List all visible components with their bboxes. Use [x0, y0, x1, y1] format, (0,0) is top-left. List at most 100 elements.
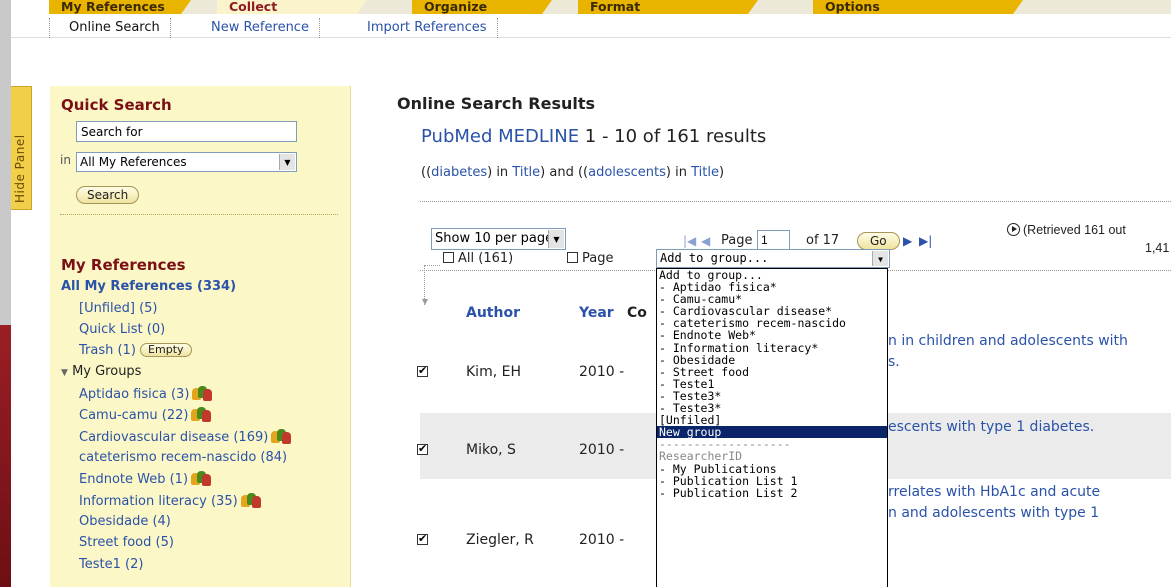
- hide-panel-tab[interactable]: Hide Panel: [11, 86, 32, 210]
- per-page-select[interactable]: Show 10 per page ▼: [431, 228, 566, 250]
- dropdown-option[interactable]: - Publication List 2: [657, 487, 887, 499]
- query-field-link[interactable]: Title: [691, 165, 719, 180]
- first-page-icon[interactable]: |◀: [683, 234, 696, 248]
- unfiled-link[interactable]: [Unfiled] (5): [79, 301, 158, 316]
- dropdown-option[interactable]: - Information literacy*: [657, 342, 887, 354]
- query-term-link[interactable]: diabetes: [431, 165, 487, 180]
- group-label: Obesidade (4): [79, 514, 171, 529]
- group-label: Camu-camu (22): [79, 408, 189, 423]
- group-link[interactable]: Aptidao fisica (3): [79, 386, 213, 402]
- select-all-checkbox[interactable]: [443, 252, 454, 263]
- query-text: ) in: [487, 165, 513, 180]
- row-author: Miko, S: [466, 442, 516, 458]
- subtab-new-reference[interactable]: New Reference: [201, 18, 320, 38]
- trash-link[interactable]: Trash (1): [79, 343, 136, 358]
- group-label: Endnote Web (1): [79, 472, 189, 487]
- group-link[interactable]: Teste1 (2): [79, 557, 143, 572]
- search-button[interactable]: Search: [76, 186, 140, 204]
- column-title-partial[interactable]: Co: [627, 305, 647, 321]
- subtab-online-search[interactable]: Online Search: [59, 18, 171, 38]
- last-page-icon[interactable]: ▶|: [919, 234, 932, 248]
- row-author: Ziegler, R: [466, 532, 534, 548]
- row-title-link[interactable]: s.: [888, 354, 900, 370]
- group-link[interactable]: Information literacy (35): [79, 493, 261, 509]
- query-text: ((: [421, 165, 432, 180]
- row-checkbox[interactable]: [417, 532, 428, 545]
- dropdown-option[interactable]: - Publication List 1: [657, 475, 887, 487]
- database-link[interactable]: PubMed MEDLINE: [421, 126, 579, 147]
- row-title-link[interactable]: n in children and adolescents with: [888, 333, 1128, 349]
- row-title-link[interactable]: rrelates with HbA1c and acute: [888, 484, 1100, 500]
- query-description: ((diabetes) in Title) and ((adolescents)…: [421, 165, 724, 180]
- sub-nav-divider: [49, 18, 50, 38]
- tab-my-references[interactable]: My References: [49, 0, 191, 14]
- group-link[interactable]: Camu-camu (22): [79, 407, 212, 423]
- row-checkbox[interactable]: [417, 442, 428, 455]
- add-to-group-select[interactable]: Add to group... ▼: [656, 249, 890, 268]
- group-label: Street food (5): [79, 535, 174, 550]
- column-author[interactable]: Author: [466, 305, 520, 321]
- selection-arrow-icon: [422, 265, 440, 305]
- panel-divider: [60, 214, 338, 215]
- row-year: 2010 -: [579, 364, 625, 380]
- select-all-label: All (161): [458, 251, 514, 266]
- query-term-link[interactable]: adolescents: [588, 165, 666, 180]
- my-groups-row[interactable]: ▼ My Groups: [61, 364, 141, 379]
- select-page-checkbox[interactable]: [567, 252, 578, 263]
- quick-search-input[interactable]: [76, 121, 297, 142]
- add-to-group-dropdown: Add to group... - Aptidao fisica* - Camu…: [656, 268, 888, 587]
- shared-group-icon: [191, 471, 212, 486]
- row-year: 2010 -: [579, 532, 625, 548]
- row-title-link[interactable]: escents with type 1 diabetes.: [888, 419, 1094, 435]
- group-link[interactable]: cateterismo recem-nascido (84): [79, 450, 287, 465]
- page-number-input[interactable]: [757, 230, 790, 250]
- subtab-import-references[interactable]: Import References: [357, 18, 498, 38]
- column-year[interactable]: Year: [579, 305, 614, 321]
- my-references-title: My References: [61, 256, 186, 274]
- dropdown-option[interactable]: - My Publications: [657, 462, 887, 475]
- chevron-down-icon: ▼: [548, 230, 564, 248]
- empty-trash-button[interactable]: Empty: [140, 343, 192, 357]
- left-gutter: [0, 0, 11, 587]
- query-text: ) in: [665, 165, 692, 180]
- play-icon[interactable]: [1007, 223, 1020, 236]
- tab-options[interactable]: Options: [813, 0, 1023, 14]
- top-navigation: My References Collect Organize Format Op…: [11, 0, 1171, 38]
- page-count: of 17: [806, 233, 840, 248]
- prev-page-icon[interactable]: ◀: [701, 234, 710, 248]
- my-groups-label: My Groups: [72, 364, 142, 379]
- in-label: in: [60, 153, 71, 167]
- go-button[interactable]: Go: [857, 232, 900, 250]
- search-scope-value: All My References: [80, 155, 187, 169]
- tab-organize[interactable]: Organize: [412, 0, 552, 14]
- group-link[interactable]: Endnote Web (1): [79, 471, 212, 487]
- row-title-link[interactable]: n and adolescents with type 1: [888, 505, 1099, 521]
- row-year: 2010 -: [579, 442, 625, 458]
- group-label: Aptidao fisica (3): [79, 387, 190, 402]
- tab-collect[interactable]: Collect: [217, 0, 367, 14]
- triangle-down-icon: ▼: [61, 368, 68, 378]
- quick-search-title: Quick Search: [61, 96, 172, 114]
- gutter-accent: [0, 325, 11, 587]
- main-content: Online Search Results PubMed MEDLINE 1 -…: [351, 86, 1171, 587]
- dropdown-option[interactable]: - Obesidade: [657, 354, 887, 366]
- group-link[interactable]: Obesidade (4): [79, 514, 171, 529]
- group-link[interactable]: Street food (5): [79, 535, 174, 550]
- query-field-link[interactable]: Title: [512, 165, 540, 180]
- group-link[interactable]: Cardiovascular disease (169): [79, 429, 292, 445]
- quick-list-link[interactable]: Quick List (0): [79, 322, 165, 337]
- search-scope-select[interactable]: All My References ▼: [76, 152, 297, 172]
- row-checkbox[interactable]: [417, 364, 428, 377]
- menu-spacer: [11, 0, 49, 14]
- all-my-references-link[interactable]: All My References (334): [61, 279, 236, 294]
- retrieved-info: (Retrieved 161 out 1,41: [1007, 223, 1169, 255]
- left-panel: Quick Search in All My References ▼ Sear…: [50, 86, 351, 587]
- hide-panel-label: Hide Panel: [13, 134, 27, 203]
- page-title: Online Search Results: [397, 94, 596, 113]
- next-page-icon[interactable]: ▶: [903, 234, 912, 248]
- per-page-value: Show 10 per page: [435, 231, 554, 246]
- query-text: ) and ((: [540, 165, 589, 180]
- shared-group-icon: [271, 429, 292, 444]
- tab-format[interactable]: Format: [578, 0, 758, 14]
- dropdown-option[interactable]: - Endnote Web*: [657, 329, 887, 341]
